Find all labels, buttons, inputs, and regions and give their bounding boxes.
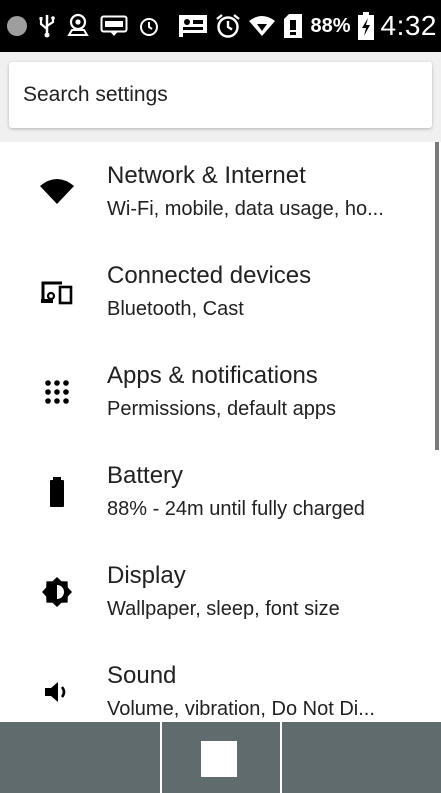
search-area: Search settings (0, 52, 441, 142)
settings-item-connected-devices[interactable]: Connected devices Bluetooth, Cast (0, 242, 441, 342)
item-subtitle: Bluetooth, Cast (107, 298, 244, 320)
recents-button[interactable] (282, 722, 441, 793)
location-icon (66, 13, 90, 39)
wifi-icon (38, 173, 76, 211)
settings-item-apps[interactable]: Apps & notifications Permissions, defaul… (0, 342, 441, 442)
scrollbar[interactable] (435, 142, 439, 450)
battery-icon (38, 473, 76, 511)
volume-icon (38, 673, 76, 711)
clock: 4:32 (380, 10, 437, 41)
alarm-icon (215, 13, 241, 39)
item-subtitle: 88% - 24m until fully charged (107, 498, 365, 520)
back-button[interactable] (0, 722, 160, 793)
search-placeholder: Search settings (23, 83, 168, 106)
notification-icon (178, 14, 208, 38)
settings-item-display[interactable]: Display Wallpaper, sleep, font size (0, 542, 441, 642)
item-title: Apps & notifications (107, 362, 318, 389)
status-bar-right: 88% 4:32 (178, 10, 437, 42)
status-bar: 88% 4:32 (0, 0, 441, 52)
settings-item-battery[interactable]: Battery 88% - 24m until fully charged (0, 442, 441, 542)
wifi-box-icon (100, 15, 128, 37)
settings-item-sound[interactable]: Sound Volume, vibration, Do Not Di... (0, 642, 441, 722)
item-title: Sound (107, 662, 177, 689)
usb-icon (38, 13, 56, 39)
sim-icon (283, 13, 303, 39)
item-subtitle: Wi-Fi, mobile, data usage, ho... (107, 198, 384, 220)
settings-list: Network & Internet Wi-Fi, mobile, data u… (0, 142, 441, 722)
item-title: Battery (107, 462, 184, 489)
navigation-bar (0, 722, 441, 793)
item-title: Network & Internet (107, 162, 306, 189)
circle-icon (6, 15, 28, 37)
home-button[interactable] (162, 722, 280, 793)
battery-percent: 88% (310, 14, 351, 37)
alarm-icon (138, 15, 160, 37)
brightness-icon (38, 573, 76, 611)
battery-charging-icon (357, 12, 374, 40)
devices-icon (38, 273, 76, 311)
settings-item-network[interactable]: Network & Internet Wi-Fi, mobile, data u… (0, 142, 441, 242)
item-title: Connected devices (107, 262, 312, 289)
item-subtitle: Volume, vibration, Do Not Di... (107, 698, 375, 720)
item-title: Display (107, 562, 186, 589)
apps-grid-icon (38, 373, 76, 411)
wifi-signal-icon (248, 15, 276, 37)
item-subtitle: Permissions, default apps (107, 398, 337, 420)
status-bar-left (6, 13, 160, 39)
item-subtitle: Wallpaper, sleep, font size (107, 598, 340, 620)
square-icon (201, 741, 237, 777)
search-settings-bar[interactable]: Search settings (9, 62, 432, 128)
